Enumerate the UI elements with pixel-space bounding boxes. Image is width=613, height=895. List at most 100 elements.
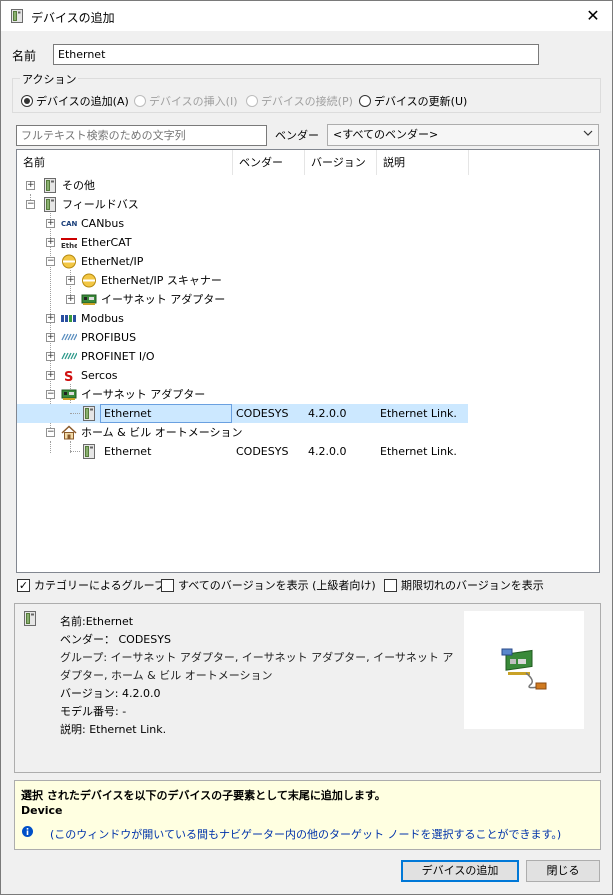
device-folder-icon <box>44 178 56 193</box>
column-header-name[interactable]: 名前 <box>17 150 233 175</box>
network-card-icon <box>81 294 97 305</box>
hint-line1: 選択 されたデバイスを以下のデバイスの子要素として末尾に追加します。 <box>21 789 386 802</box>
expand-icon[interactable]: + <box>46 333 55 342</box>
tree-row-ethercat[interactable]: + Ether EtherCAT <box>17 233 597 252</box>
tree-row-label: EtherNet/IP スキャナー <box>101 274 222 287</box>
radio-indicator <box>21 95 33 107</box>
tree-row-fieldbus[interactable]: − フィールドバス <box>17 195 597 214</box>
column-header-description[interactable]: 説明 <box>377 150 469 175</box>
tree-row-ethernet-adapter-sub[interactable]: + イーサネット アダプター <box>17 290 597 309</box>
fulltext-search-input[interactable] <box>16 125 267 146</box>
expand-icon[interactable]: + <box>46 371 55 380</box>
expand-icon[interactable]: + <box>46 314 55 323</box>
svg-text:Ether: Ether <box>61 242 77 250</box>
expand-icon[interactable]: + <box>66 295 75 304</box>
tree-row-label: フィールドバス <box>62 198 139 211</box>
group-by-category-checkbox[interactable]: ✓ カテゴリーによるグループ <box>17 577 165 593</box>
profinet-icon <box>61 352 77 360</box>
tree-row-sercos[interactable]: + S Sercos <box>17 366 597 385</box>
tree-row-profinet[interactable]: + PROFINET I/O <box>17 347 597 366</box>
vendor-cell: CODESYS <box>236 445 289 458</box>
collapse-icon[interactable]: − <box>46 390 55 399</box>
tree-row-ethernet[interactable]: Ethernet CODESYS 4.2.0.0 Ethernet Link. <box>17 442 597 461</box>
show-all-versions-label: すべてのバージョンを表示 (上級者向け) <box>178 579 376 592</box>
tree-row-label: イーサネット アダプター <box>81 388 206 401</box>
vendor-cell: CODESYS <box>236 407 289 420</box>
expand-icon[interactable]: + <box>66 276 75 285</box>
tree-row-modbus[interactable]: + Modbus <box>17 309 597 328</box>
info-description: 説明: Ethernet Link. <box>60 723 167 736</box>
ethernetip-icon <box>82 273 96 288</box>
tree-row-label: その他 <box>62 179 95 192</box>
modbus-icon <box>61 315 76 322</box>
device-icon <box>83 444 95 459</box>
checkbox-box <box>161 578 174 592</box>
tree-row-ethernet-selected[interactable]: Ethernet CODESYS 4.2.0.0 Ethernet Link. <box>17 404 468 423</box>
description-cell: Ethernet Link. <box>380 407 457 420</box>
window-title: デバイスの追加 <box>31 11 115 25</box>
info-model: モデル番号: - <box>60 705 127 718</box>
ethernet-adapter-icon <box>501 648 547 690</box>
ethercat-icon: Ether <box>61 238 77 250</box>
add-device-dialog: デバイスの追加 ✕ 名前 アクション デバイスの追加(A) デバイスの挿入(I)… <box>0 0 613 895</box>
expand-icon[interactable]: + <box>46 219 55 228</box>
column-header-vendor[interactable]: ベンダー <box>233 150 305 175</box>
device-preview-image <box>464 611 584 729</box>
device-folder-icon <box>44 197 56 212</box>
info-version: バージョン: 4.2.0.0 <box>60 687 161 700</box>
info-name: 名前:Ethernet <box>60 615 134 628</box>
vendor-select[interactable]: <すべてのベンダー> <box>327 124 599 146</box>
device-icon <box>11 9 23 23</box>
radio-update-device[interactable]: デバイスの更新(U) <box>359 93 467 109</box>
svg-text:CAN: CAN <box>61 220 77 228</box>
close-button[interactable]: 閉じる <box>526 860 600 882</box>
expand-icon[interactable]: + <box>26 181 35 190</box>
ethernetip-icon <box>62 254 76 269</box>
tree-row-profibus[interactable]: + PROFIBUS <box>17 328 597 347</box>
hint-line2: Device <box>21 804 63 817</box>
collapse-icon[interactable]: − <box>46 257 55 266</box>
name-input[interactable] <box>53 44 539 65</box>
sercos-icon: S <box>64 370 73 383</box>
hint-panel: 選択 されたデバイスを以下のデバイスの子要素として末尾に追加します。 Devic… <box>14 780 601 850</box>
tree-row-other[interactable]: + その他 <box>17 176 597 195</box>
expand-icon[interactable]: + <box>46 238 55 247</box>
column-header-version[interactable]: バージョン <box>305 150 377 175</box>
checkmark-icon: ✓ <box>17 578 30 592</box>
checkbox-box <box>384 578 397 592</box>
collapse-icon[interactable]: − <box>26 200 35 209</box>
tree-row-label: PROFIBUS <box>81 331 137 344</box>
expand-icon[interactable]: + <box>46 352 55 361</box>
device-tree[interactable]: 名前 ベンダー バージョン 説明 + その他 − フィールドバス + CAN C… <box>16 149 600 573</box>
tree-row-label: Ethernet <box>104 445 152 458</box>
radio-insert-device-label: デバイスの挿入(I) <box>149 95 238 108</box>
tree-row-label: Ethernet <box>100 404 232 423</box>
tree-row-label: イーサネット アダプター <box>101 293 226 306</box>
version-cell: 4.2.0.0 <box>308 445 347 458</box>
collapse-icon[interactable]: − <box>46 428 55 437</box>
device-info-panel: 名前:Ethernet ベンダー： CODESYS グループ: イーサネット ア… <box>14 603 601 773</box>
radio-indicator <box>134 95 146 107</box>
show-outdated-checkbox[interactable]: 期限切れのバージョンを表示 <box>384 577 544 593</box>
canbus-icon: CAN <box>61 220 77 228</box>
close-window-button[interactable]: ✕ <box>582 5 604 27</box>
radio-add-device-label: デバイスの追加(A) <box>36 95 129 108</box>
hint-note: (このウィンドウが開いている間もナビゲーター内の他のターゲット ノードを選択する… <box>50 828 562 841</box>
network-card-icon <box>61 389 77 400</box>
tree-row-ethernet-adapter[interactable]: − イーサネット アダプター <box>17 385 597 404</box>
radio-insert-device[interactable]: デバイスの挿入(I) <box>134 93 238 109</box>
radio-plug-device[interactable]: デバイスの接続(P) <box>246 93 353 109</box>
add-device-button[interactable]: デバイスの追加 <box>401 860 519 882</box>
chevron-down-icon <box>583 128 593 143</box>
tree-row-ethernetip-scanner[interactable]: + EtherNet/IP スキャナー <box>17 271 597 290</box>
tree-row-home-building-automation[interactable]: − ホーム & ビル オートメーション <box>17 423 597 442</box>
radio-indicator <box>246 95 258 107</box>
svg-text:S: S <box>64 370 73 383</box>
tree-row-canbus[interactable]: + CAN CANbus <box>17 214 597 233</box>
vendor-select-value: <すべてのベンダー> <box>333 128 439 141</box>
info-vendor: ベンダー： CODESYS <box>60 633 171 646</box>
tree-row-ethernetip[interactable]: − EtherNet/IP <box>17 252 597 271</box>
radio-add-device[interactable]: デバイスの追加(A) <box>21 93 129 109</box>
device-icon <box>24 611 36 626</box>
show-all-versions-checkbox[interactable]: すべてのバージョンを表示 (上級者向け) <box>161 577 376 593</box>
